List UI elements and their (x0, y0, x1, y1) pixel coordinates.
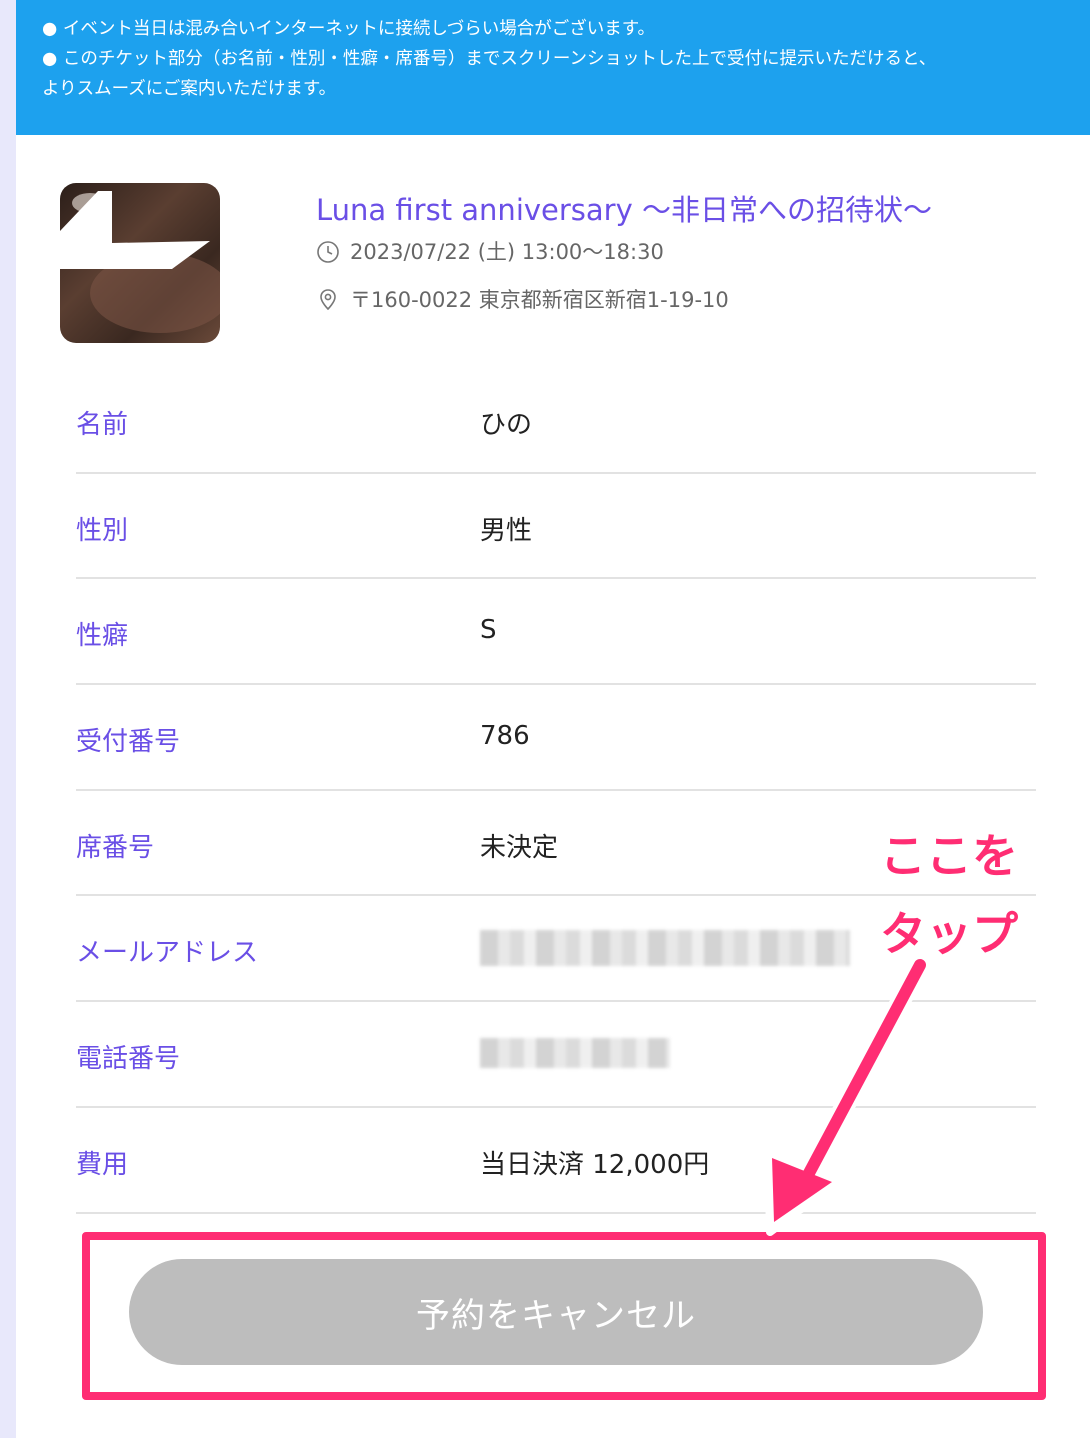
redacted-phone (480, 1038, 670, 1069)
ticket-row-phone: 電話番号 (76, 1002, 1036, 1108)
ticket-row-reception-number: 受付番号 786 (76, 685, 1036, 791)
row-label: 名前 (76, 410, 129, 440)
row-label: 受付番号 (76, 727, 181, 758)
notice-line-1: ● イベント当日は混み合いインターネットに接続しづらい場合がございます。 (42, 19, 656, 39)
row-label: 席番号 (76, 832, 155, 863)
thumbnail-image (60, 191, 220, 333)
ticket-row-fee: 費用 当日決済 12,000円 (76, 1108, 1036, 1214)
event-thumbnail (60, 183, 220, 343)
row-value: 未決定 (480, 832, 559, 863)
redacted-email (480, 930, 850, 967)
row-value: 786 (480, 721, 530, 752)
event-address: 〒160-0022 東京都新宿区新宿1-19-10 (316, 284, 729, 314)
location-pin-icon (316, 287, 340, 311)
ticket-row-gender: 性別 男性 (76, 474, 1036, 580)
event-datetime: 2023/07/22 (土) 13:00〜18:30 (316, 236, 664, 266)
row-label: 性癖 (76, 621, 129, 652)
event-address-text: 〒160-0022 東京都新宿区新宿1-19-10 (350, 288, 729, 312)
row-label: 電話番号 (76, 1044, 181, 1075)
ticket-row-name: 名前 ひの (76, 368, 1036, 474)
row-label: 費用 (76, 1149, 129, 1180)
left-sidebar-strip (0, 0, 16, 1438)
annotation-text-2: タップ (880, 907, 1018, 961)
ticket-row-preference: 性癖 S (76, 579, 1036, 686)
highlight-box (82, 1232, 1046, 1400)
row-value: ひの (480, 410, 533, 440)
row-value: S (480, 615, 497, 646)
event-title[interactable]: Luna first anniversary 〜非日常への招待状〜 (316, 187, 932, 229)
row-value: 当日決済 12,000円 (480, 1149, 710, 1180)
notice-banner: ● イベント当日は混み合いインターネットに接続しづらい場合がございます。 ● こ… (16, 0, 1090, 135)
ticket-details: 名前 ひの 性別 男性 性癖 S 受付番号 786 席番号 未決定 メールアドレ… (76, 368, 1036, 1214)
event-datetime-text: 2023/07/22 (土) 13:00〜18:30 (350, 240, 664, 264)
row-label: メールアドレス (76, 938, 259, 969)
notice-line-3: よりスムーズにご案内いただけます。 (42, 79, 337, 99)
row-value: 男性 (480, 515, 533, 546)
row-label: 性別 (76, 515, 129, 546)
notice-line-2: ● このチケット部分（お名前・性別・性癖・席番号）までスクリーンショットした上で… (42, 49, 937, 69)
annotation-text-1: ここを (880, 829, 1018, 883)
clock-icon (316, 239, 340, 263)
